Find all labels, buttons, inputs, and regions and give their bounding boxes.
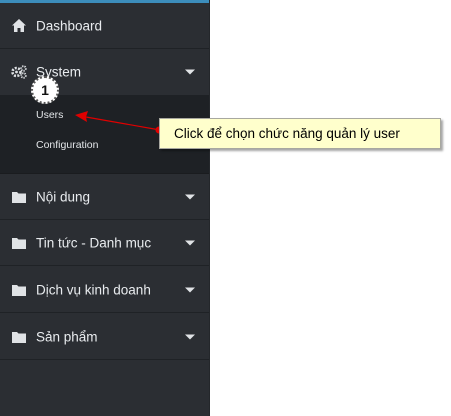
step-number-badge: 1 — [31, 76, 59, 104]
annotation-arrow — [75, 111, 163, 134]
callout-box: Click để chọn chức năng quản lý user — [159, 118, 441, 149]
arrow-line — [85, 116, 161, 131]
arrow-head — [75, 111, 88, 122]
